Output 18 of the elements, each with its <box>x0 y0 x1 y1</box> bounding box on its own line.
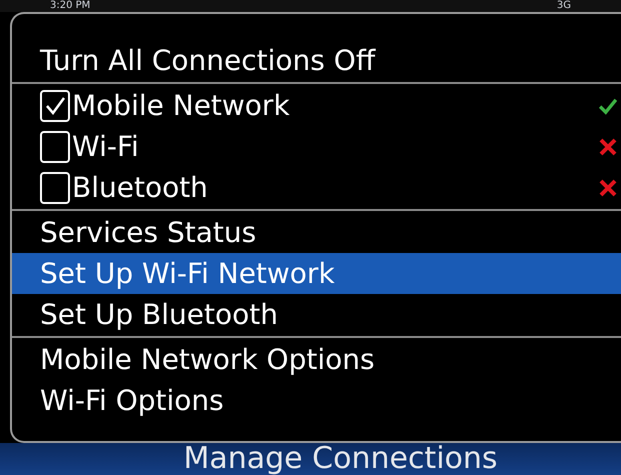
menu-item[interactable]: Wi-Fi <box>12 126 621 167</box>
checkbox[interactable] <box>40 90 70 122</box>
screen-title: Manage Connections <box>182 444 498 474</box>
menu-item[interactable]: Turn All Connections Off <box>12 40 621 81</box>
menu-item[interactable]: Set Up Bluetooth <box>12 294 621 335</box>
menu-item-label: Wi-Fi <box>72 132 139 160</box>
checkbox[interactable] <box>40 172 70 204</box>
menu-item[interactable]: Services Status <box>12 212 621 253</box>
network-indicator: 3G <box>556 1 571 11</box>
menu-item[interactable]: Wi-Fi Options <box>12 380 621 421</box>
menu-item[interactable]: Mobile Network <box>12 85 621 126</box>
menu-item[interactable]: Mobile Network Options <box>12 339 621 380</box>
menu-item-label: Mobile Network <box>72 92 290 120</box>
menu-item[interactable]: Set Up Wi-Fi Network <box>12 253 621 294</box>
menu-item-label: Bluetooth <box>72 174 208 202</box>
status-time: 3:20 PM <box>50 1 90 11</box>
menu-item[interactable]: Bluetooth <box>12 167 621 208</box>
checkbox[interactable] <box>40 130 70 162</box>
